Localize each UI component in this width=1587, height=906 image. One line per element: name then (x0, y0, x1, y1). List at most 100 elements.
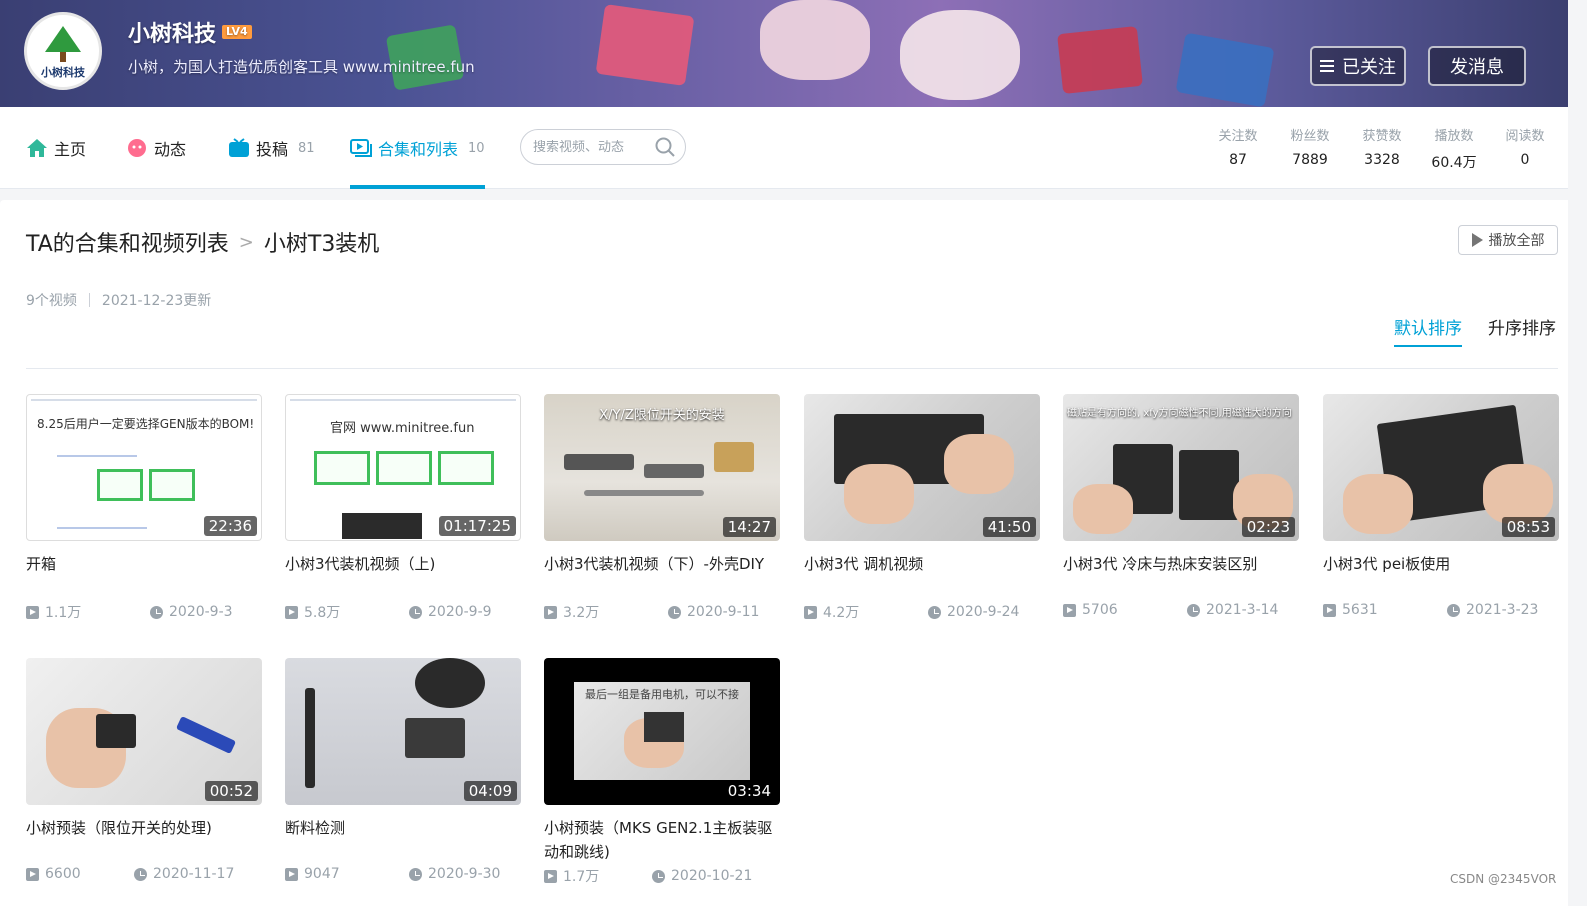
sort-ascending[interactable]: 升序排序 (1488, 314, 1556, 339)
video-duration: 01:17:25 (438, 516, 516, 536)
video-stats: 4.2万 2020-9-24 (804, 602, 1040, 622)
clock-icon (1187, 603, 1200, 617)
username: 小树科技 LV4 (128, 16, 252, 48)
video-stats: 5706 2021-3-14 (1063, 602, 1299, 618)
clock-icon (1447, 603, 1460, 617)
avatar[interactable]: 小树科技 (24, 12, 102, 90)
video-thumbnail[interactable]: X/Y/Z限位开关的安装 14:27 (544, 394, 780, 541)
tree-logo-icon (45, 26, 81, 52)
updated-date: 2021-12-23更新 (101, 293, 212, 309)
video-title[interactable]: 小树3代装机视频（下）-外壳DIY (544, 552, 780, 576)
video-title[interactable]: 小树预装（MKS GEN2.1主板装驱动和跳线) (544, 816, 780, 864)
video-duration: 03:34 (722, 781, 776, 801)
tab-home[interactable]: 主页 (26, 107, 86, 189)
video-thumbnail[interactable]: 08:53 (1323, 394, 1559, 541)
home-icon (27, 139, 47, 157)
video-duration: 02:23 (1241, 517, 1295, 537)
banner-decoration (595, 4, 695, 86)
video-stats: 3.2万 2020-9-11 (544, 602, 780, 622)
search-icon[interactable] (655, 137, 675, 157)
video-duration: 22:36 (203, 516, 257, 536)
divider (88, 293, 90, 307)
play-count-icon (285, 867, 298, 881)
dynamic-icon (128, 139, 146, 157)
banner-decoration (1175, 32, 1275, 107)
video-duration: 04:09 (463, 781, 517, 801)
video-thumbnail[interactable]: 最后一组是备用电机，可以不接 03:34 (544, 658, 780, 805)
play-count-icon (26, 605, 39, 619)
play-count-icon (804, 605, 817, 619)
play-count-icon (1063, 603, 1076, 617)
play-all-button[interactable]: 播放全部 (1458, 225, 1558, 255)
tv-icon (229, 138, 249, 157)
clock-icon (134, 867, 147, 881)
video-title[interactable]: 开箱 (26, 552, 262, 576)
collection-icon (350, 139, 372, 157)
video-thumbnail[interactable]: 磁贴是有方向的, xfy方向磁性不同,用磁性大的方向 02:23 (1063, 394, 1299, 541)
tab-dynamic[interactable]: 动态 (126, 107, 186, 189)
profile-banner: 小树科技 小树科技 LV4 小树，为国人打造优质创客工具 www.minitre… (0, 0, 1568, 107)
video-title[interactable]: 小树3代 调机视频 (804, 552, 1040, 576)
play-count-icon (285, 605, 298, 619)
video-duration: 08:53 (1501, 517, 1555, 537)
banner-decoration (900, 10, 1020, 100)
video-thumbnail[interactable]: 官网 www.minitree.fun 01:17:25 (285, 394, 521, 541)
video-title[interactable]: 小树3代装机视频（上) (285, 552, 521, 576)
video-title[interactable]: 断料检测 (285, 816, 521, 840)
play-count-icon (544, 869, 557, 883)
menu-icon (1320, 60, 1334, 72)
video-duration: 14:27 (722, 517, 776, 537)
clock-icon (652, 869, 665, 883)
collection-title: 小树T3装机 (263, 232, 380, 257)
video-stats: 5631 2021-3-23 (1323, 602, 1559, 618)
breadcrumb-parent[interactable]: TA的合集和视频列表 (26, 226, 229, 258)
video-thumbnail[interactable]: 41:50 (804, 394, 1040, 541)
video-title[interactable]: 小树预装（限位开关的处理) (26, 816, 262, 840)
search-input[interactable] (533, 139, 653, 155)
stat-plays: 播放数 60.4万 (1431, 129, 1477, 171)
avatar-label: 小树科技 (41, 66, 85, 79)
video-stats: 1.1万 2020-9-3 (26, 602, 262, 622)
breadcrumb: TA的合集和视频列表 > 小树T3装机 (26, 226, 379, 258)
stat-following[interactable]: 关注数 87 (1206, 125, 1270, 168)
profile-nav: 主页 动态 投稿 81 合集和列表 10 关注数 87 粉丝数 7889 获赞数… (0, 107, 1568, 189)
video-title[interactable]: 小树3代 冷床与热床安装区别 (1063, 552, 1299, 576)
collection-panel: TA的合集和视频列表 > 小树T3装机 播放全部 9个视频 2021-12-23… (0, 200, 1568, 906)
banner-decoration (760, 0, 870, 80)
video-stats: 6600 2020-11-17 (26, 866, 262, 882)
video-thumbnail[interactable]: 04:09 (285, 658, 521, 805)
play-count-icon (544, 605, 557, 619)
clock-icon (409, 867, 422, 881)
banner-decoration (1057, 25, 1143, 95)
video-duration: 41:50 (982, 517, 1036, 537)
video-stats: 5.8万 2020-9-9 (285, 602, 521, 622)
video-stats: 9047 2020-9-30 (285, 866, 521, 882)
video-title[interactable]: 小树3代 pei板使用 (1323, 552, 1559, 576)
tab-submissions[interactable]: 投稿 81 (228, 107, 315, 189)
play-count-icon (1323, 603, 1336, 617)
clock-icon (668, 605, 681, 619)
stat-fans[interactable]: 粉丝数 7889 (1278, 125, 1342, 168)
collection-meta: 9个视频 2021-12-23更新 (26, 290, 211, 310)
clock-icon (928, 605, 941, 619)
clock-icon (150, 605, 163, 619)
video-thumbnail[interactable]: 00:52 (26, 658, 262, 805)
tab-collections[interactable]: 合集和列表 10 (350, 107, 485, 189)
watermark: CSDN @2345VOR (1450, 872, 1557, 886)
play-count-icon (26, 867, 39, 881)
send-message-button[interactable]: 发消息 (1428, 46, 1526, 86)
video-duration: 00:52 (204, 781, 258, 801)
stat-reads: 阅读数 0 (1505, 129, 1545, 168)
stat-likes: 获赞数 3328 (1362, 129, 1402, 168)
video-stats: 1.7万 2020-10-21 (544, 866, 780, 886)
video-count: 9个视频 (26, 293, 77, 309)
video-thumbnail[interactable]: 8.25后用户一定要选择GEN版本的BOM! 22:36 (26, 394, 262, 541)
level-badge: LV4 (222, 25, 252, 39)
divider (26, 368, 1558, 369)
sort-default[interactable]: 默认排序 (1394, 314, 1462, 347)
chevron-right-icon: > (238, 231, 254, 253)
play-icon (1471, 233, 1483, 247)
followed-button[interactable]: 已关注 (1310, 46, 1406, 86)
search-box (520, 129, 686, 165)
clock-icon (409, 605, 422, 619)
